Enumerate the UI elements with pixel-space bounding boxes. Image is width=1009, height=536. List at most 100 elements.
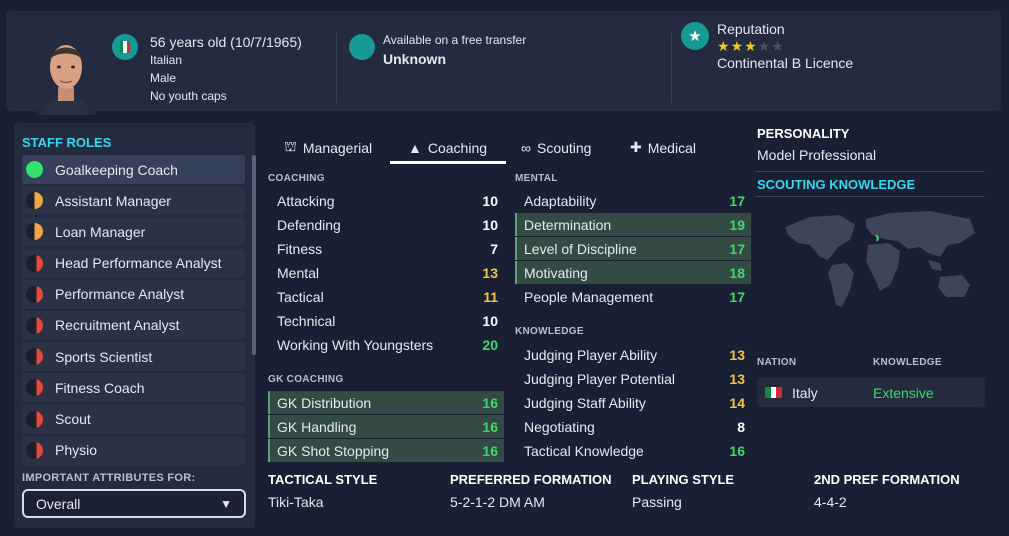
preferred-formation-label: PREFERRED FORMATION [450,472,612,487]
star-filled-icon: ★ [730,38,745,54]
tab-coaching[interactable]: ▲ Coaching [408,131,487,164]
reputation-block: Reputation ★★★★★ Continental B Licence [717,21,853,71]
important-attributes-label: IMPORTANT ATTRIBUTES FOR: [22,472,196,484]
attribute-label: Tactical Knowledge [524,442,644,459]
star-empty-icon: ★ [771,38,785,54]
caps-text: No youth caps [150,89,227,103]
attribute-row: Judging Player Potential 13 [515,367,751,390]
mental-group-title: MENTAL [515,173,558,184]
tab-label: Medical [647,139,696,156]
roles-scrollbar[interactable] [252,155,256,355]
attribute-row-highlighted: GK Shot Stopping 16 [268,439,504,462]
nationality-text: Italian [150,53,183,67]
role-label: Performance Analyst [55,286,185,303]
tab-managerial[interactable]: ⛫ Managerial [284,131,372,164]
binoculars-icon: ∞ [521,139,531,156]
role-item-loan-manager[interactable]: Loan Manager [22,217,245,247]
attribute-row: Attacking 10 [268,189,504,212]
scouting-knowledge-title: SCOUTING KNOWLEDGE [757,177,916,192]
reputation-label: Reputation [717,21,785,37]
role-item-assistant-manager[interactable]: Assistant Manager [22,186,245,216]
attribute-value: 17 [729,240,745,257]
chevron-down-icon: ▼ [220,496,232,511]
attribute-value: 10 [482,312,498,329]
attribute-label: Judging Player Ability [524,346,658,363]
attribute-row-highlighted: Motivating 18 [515,261,751,284]
transfer-info: Available on a free transfer Unknown [383,33,526,67]
knowledge-group-title: KNOWLEDGE [515,326,584,337]
attribute-value: 7 [490,240,498,257]
suitability-icon [26,316,43,334]
attribute-value: 18 [729,264,745,281]
role-item-goalkeeping-coach[interactable]: Goalkeeping Coach [22,155,245,184]
role-item-physio[interactable]: Physio [22,435,245,465]
suitability-icon [26,379,43,397]
attribute-label: Fitness [277,240,323,257]
italy-flag-icon [765,387,783,398]
attribute-value: 19 [729,216,745,233]
attribute-row: Tactical 11 [268,285,504,308]
tab-label: Managerial [302,139,373,156]
attribute-value: 8 [737,418,745,435]
attribute-value: 16 [482,418,498,435]
divider [671,33,672,103]
knowledge-level: Extensive [873,384,934,401]
attribute-value: 14 [729,394,745,411]
attribute-row-highlighted: GK Handling 16 [268,415,504,438]
attribute-row: People Management 17 [515,285,751,308]
attribute-value: 20 [482,336,498,353]
attribute-row: Fitness 7 [268,237,504,260]
preferred-formation-value: 5-2-1-2 DM AM [450,494,545,510]
transfer-value: Unknown [383,51,446,67]
attribute-label: GK Shot Stopping [277,442,390,459]
star-empty-icon: ★ [757,38,772,54]
attribute-label: Judging Player Potential [524,370,675,387]
important-attributes-select[interactable]: Overall ▼ [22,489,246,518]
star-filled-icon: ★ [744,38,758,54]
role-item-sports-scientist[interactable]: Sports Scientist [22,342,245,372]
attribute-row: Working With Youngsters 20 [268,333,504,356]
tactical-style-label: TACTICAL STYLE [268,472,378,487]
attribute-row-highlighted: GK Distribution 16 [268,391,504,414]
world-map [785,211,975,307]
role-label: Loan Manager [55,223,146,240]
attribute-label: Negotiating [524,418,595,435]
age-text: 56 years old (10/7/1965) [150,34,302,50]
coaching-group-title: COACHING [268,173,325,184]
tab-medical[interactable]: ✚ Medical [630,131,696,164]
tactical-style-value: Tiki-Taka [268,494,324,510]
role-item-recruitment-analyst[interactable]: Recruitment Analyst [22,310,245,340]
gender-text: Male [150,71,177,85]
coaching-licence: Continental B Licence [717,55,854,71]
role-label: Physio [55,442,98,459]
suitability-icon [26,192,43,210]
suitability-icon [26,410,43,428]
attribute-label: Judging Staff Ability [524,394,646,411]
role-item-head-performance-analyst[interactable]: Head Performance Analyst [22,248,245,278]
profile-bio: 56 years old (10/7/1965) Italian Male No… [150,33,302,105]
divider [336,33,337,103]
role-item-scout[interactable]: Scout [22,404,245,434]
reputation-stars: ★★★★★ [717,38,853,54]
attribute-value: 17 [729,288,745,305]
suitability-icon [26,348,43,366]
tab-label: Scouting [536,139,592,156]
role-item-performance-analyst[interactable]: Performance Analyst [22,279,245,309]
suitability-icon [26,254,43,272]
divider [755,196,985,197]
nation-name: Italy [792,384,818,401]
attribute-label: Defending [277,216,341,233]
attribute-value: 10 [482,216,498,233]
nationality-flag-icon [112,34,138,60]
nation-knowledge-row[interactable]: Italy Extensive [757,378,985,407]
profile-header-card: 56 years old (10/7/1965) Italian Male No… [6,11,1001,115]
role-item-fitness-coach[interactable]: Fitness Coach [22,373,245,403]
tab-scouting[interactable]: ∞ Scouting [521,131,591,164]
attribute-label: Working With Youngsters [277,336,434,353]
attribute-label: Adaptability [524,192,597,209]
suitability-icon [26,161,43,178]
staff-roles-list: Goalkeeping Coach Assistant Manager Loan… [22,155,245,467]
attribute-label: Mental [277,264,320,281]
attribute-row: Judging Player Ability 13 [515,343,751,366]
active-tab-indicator [390,161,506,164]
